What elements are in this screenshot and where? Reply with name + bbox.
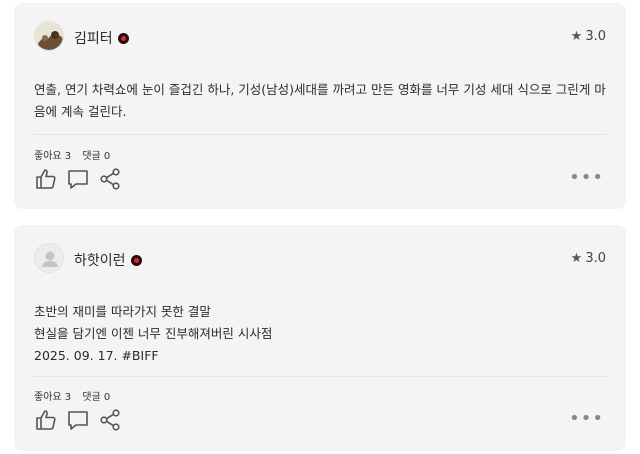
like-count: 좋아요 3 [34, 151, 72, 162]
avatar-photo [35, 22, 63, 50]
share-button[interactable] [98, 167, 122, 191]
verified-badge-icon [117, 33, 129, 44]
share-button[interactable] [98, 408, 122, 432]
review-card: 김피터 ★ 3.0 연출, 연기 차력쇼에 눈이 즐겁긴 하나, 기성(남성)세대… [14, 3, 626, 209]
review-stats: 좋아요 3 댓글 0 [34, 388, 118, 403]
review-text[interactable]: 초반의 재미를 따라가지 못한 결말 현실을 담기엔 이젠 너무 진부해져버린 … [34, 301, 606, 367]
review-stats: 좋아요 3 댓글 0 [34, 147, 118, 162]
more-dots-icon: ••• [569, 167, 604, 188]
rating-value: 3.0 [585, 251, 606, 266]
like-count: 좋아요 3 [34, 392, 72, 403]
username[interactable]: 김피터 [74, 28, 129, 48]
username-text[interactable]: 하핫이런 [74, 253, 126, 269]
share-icon [100, 168, 120, 190]
thumbs-up-icon [36, 169, 56, 189]
comment-count: 댓글 0 [82, 392, 111, 403]
verified-badge-icon [130, 255, 142, 266]
comment-button[interactable] [66, 408, 90, 432]
review-text-line: 초반의 재미를 따라가지 못한 결말 [34, 304, 211, 319]
username-text[interactable]: 김피터 [74, 31, 113, 47]
more-options-button[interactable]: ••• [569, 167, 604, 188]
review-card: 하핫이런 ★ 3.0 초반의 재미를 따라가지 못한 결말 현실을 담기엔 이젠 … [14, 225, 626, 451]
review-actions [34, 408, 154, 432]
rating: ★ 3.0 [571, 29, 606, 44]
divider [34, 134, 606, 135]
review-text-line: 2025. 09. 17. #BIFF [34, 348, 159, 363]
like-button[interactable] [34, 408, 58, 432]
user-avatar[interactable] [34, 243, 64, 273]
review-text[interactable]: 연출, 연기 차력쇼에 눈이 즐겁긴 하나, 기성(남성)세대를 까려고 만든 … [34, 79, 606, 123]
comment-count: 댓글 0 [82, 151, 111, 162]
user-avatar[interactable] [34, 21, 64, 51]
review-text-line: 연출, 연기 차력쇼에 눈이 즐겁긴 하나, 기성(남성)세대를 까려고 만든 … [34, 82, 606, 97]
comment-button[interactable] [66, 167, 90, 191]
review-header: 하핫이런 ★ 3.0 [34, 243, 606, 275]
divider [34, 376, 606, 377]
star-icon: ★ [570, 251, 583, 266]
more-options-button[interactable]: ••• [569, 408, 604, 429]
like-button[interactable] [34, 167, 58, 191]
default-avatar-icon [35, 244, 63, 272]
review-text-line: 음에 계속 걸린다. [34, 104, 127, 119]
comment-bubble-icon [68, 170, 88, 189]
star-icon: ★ [570, 29, 583, 44]
thumbs-up-icon [36, 410, 56, 430]
review-header: 김피터 ★ 3.0 [34, 21, 606, 53]
more-dots-icon: ••• [569, 408, 604, 429]
comment-bubble-icon [68, 411, 88, 430]
rating: ★ 3.0 [571, 251, 606, 266]
username[interactable]: 하핫이런 [74, 250, 142, 270]
review-actions [34, 167, 154, 191]
review-text-line: 현실을 담기엔 이젠 너무 진부해져버린 시사점 [34, 326, 273, 341]
share-icon [100, 409, 120, 431]
rating-value: 3.0 [585, 29, 606, 44]
